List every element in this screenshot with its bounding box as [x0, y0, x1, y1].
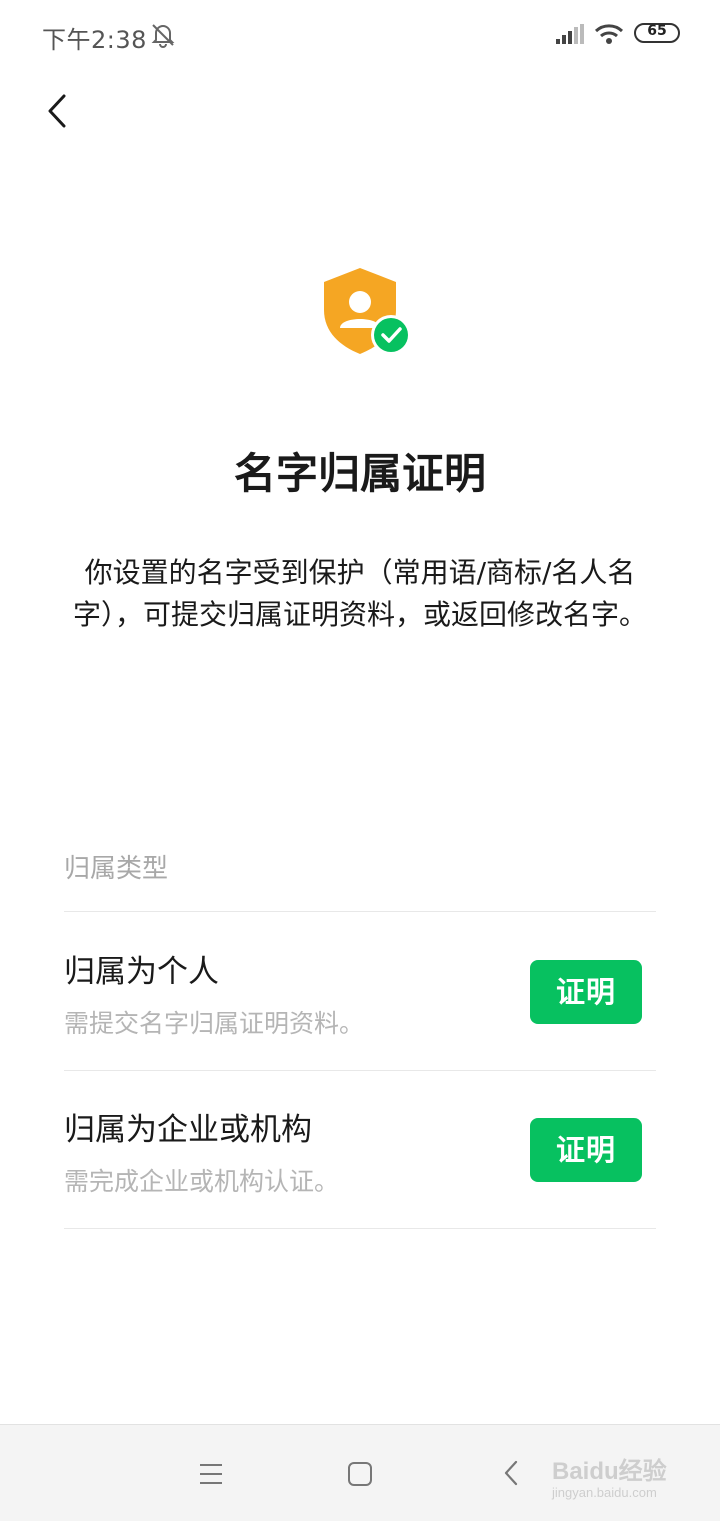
- divider: [64, 911, 656, 912]
- system-nav-bar: Baidu经验 jingyan.baidu.com: [0, 1424, 720, 1521]
- divider: [64, 1070, 656, 1071]
- watermark: Baidu经验 jingyan.baidu.com: [552, 1447, 692, 1507]
- divider: [64, 1228, 656, 1229]
- option-subtitle: 需提交名字归属证明资料。: [64, 1009, 365, 1038]
- status-time: 下午2:38: [42, 26, 147, 54]
- page-title: 名字归属证明: [233, 449, 486, 498]
- battery-icon: 65: [634, 23, 680, 43]
- battery-level: 65: [647, 23, 667, 39]
- page-description: 你设置的名字受到保护（常用语/商标/名人名字），可提交归属证明资料，或返回修改名…: [72, 556, 647, 631]
- watermark-logo: Baidu经验: [552, 1458, 667, 1485]
- option-subtitle: 需完成企业或机构认证。: [64, 1167, 340, 1196]
- back-icon[interactable]: [497, 1458, 527, 1488]
- option-title: 归属为企业或机构: [64, 1112, 312, 1148]
- home-icon[interactable]: [345, 1459, 375, 1489]
- shield-user-check-icon: [324, 268, 411, 355]
- watermark-url: jingyan.baidu.com: [552, 1485, 657, 1500]
- chevron-left-icon: [48, 94, 66, 128]
- wifi-icon: [594, 24, 624, 44]
- back-button[interactable]: [36, 88, 82, 134]
- menu-icon[interactable]: [196, 1459, 226, 1489]
- prove-organization-button[interactable]: 证明: [530, 1118, 642, 1182]
- option-title: 归属为个人: [64, 954, 219, 990]
- prove-personal-button[interactable]: 证明: [530, 960, 642, 1024]
- status-bar: 下午2:38 65: [0, 0, 720, 70]
- signal-icon: [556, 24, 584, 44]
- section-label: 归属类型: [64, 854, 169, 884]
- bell-off-icon: [151, 24, 175, 48]
